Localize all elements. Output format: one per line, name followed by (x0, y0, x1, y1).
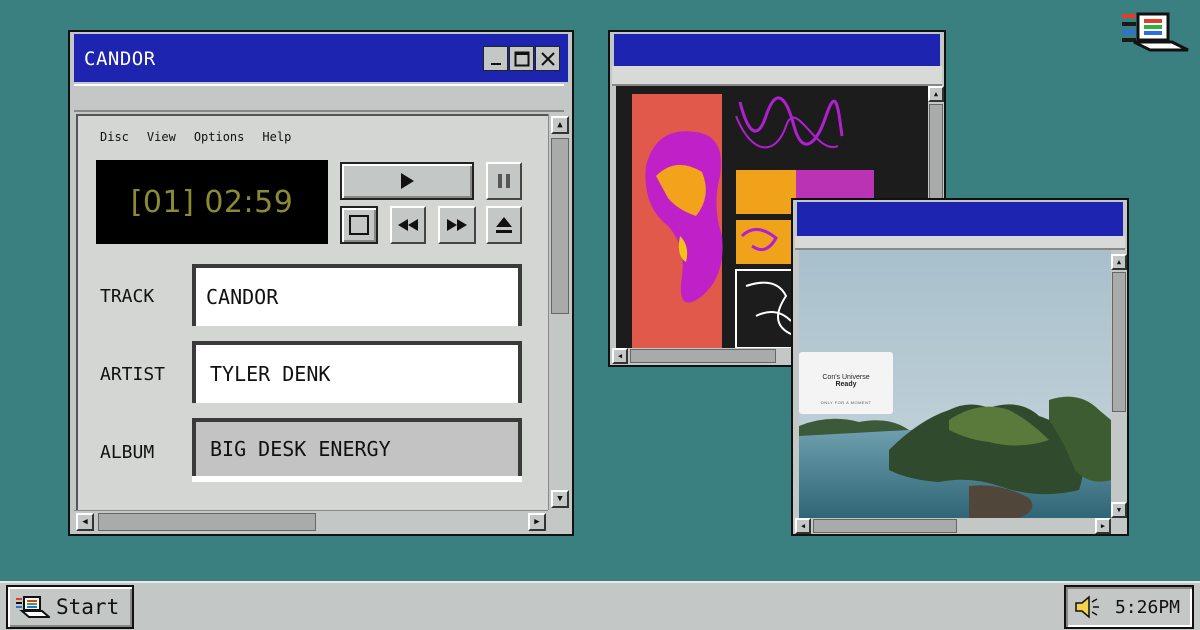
track-field[interactable]: CANDOR (192, 264, 522, 326)
menu-view[interactable]: View (147, 130, 176, 144)
menu-help[interactable]: Help (262, 130, 291, 144)
pause-button[interactable] (486, 162, 522, 200)
eject-icon (496, 217, 512, 233)
scroll-down-button[interactable]: ▼ (551, 490, 569, 508)
media-player-window: CANDOR Disc View Options Help [01] 02:59 (68, 30, 574, 536)
play-icon (401, 173, 414, 189)
eject-button[interactable] (486, 206, 522, 244)
speaker-icon[interactable] (1073, 594, 1101, 620)
photo-scroll-right-button[interactable]: ▶ (1095, 518, 1111, 534)
artist-field[interactable]: TYLER DENK (192, 341, 522, 403)
rewind-icon (398, 219, 418, 231)
toolbar-strip (74, 84, 564, 112)
art-scroll-up-button[interactable]: ▲ (928, 86, 944, 102)
stop-icon (349, 215, 369, 235)
art-toolbar-strip (612, 66, 942, 86)
maximize-button[interactable] (509, 46, 534, 71)
photo-toolbar-strip (795, 236, 1125, 250)
scroll-left-button[interactable]: ◀ (76, 513, 94, 531)
scroll-right-button[interactable]: ▶ (528, 513, 546, 531)
taskbar: Start 5:26PM (0, 581, 1200, 630)
card-title: Con's Universe (822, 374, 870, 381)
close-icon (540, 51, 555, 66)
system-tray: 5:26PM (1064, 585, 1194, 629)
fast-forward-button[interactable] (438, 206, 476, 244)
photo-title-bar[interactable] (797, 202, 1123, 236)
start-label: Start (56, 595, 120, 619)
play-button[interactable] (340, 162, 474, 200)
scroll-up-button[interactable]: ▲ (551, 116, 569, 134)
album-field-edge (192, 476, 522, 482)
info-card: Con's Universe Ready ONLY FOR A MOMENT (799, 352, 893, 414)
close-button[interactable] (535, 46, 560, 71)
fast-forward-icon (447, 219, 467, 231)
landscape-photo: Con's Universe Ready ONLY FOR A MOMENT (799, 250, 1111, 518)
rewind-button[interactable] (390, 206, 426, 244)
photo-scroll-left-button[interactable]: ◀ (795, 518, 811, 534)
album-field[interactable]: BIG DESK ENERGY (192, 418, 522, 476)
art-vertical-scroll-thumb[interactable] (929, 104, 943, 204)
title-bar[interactable]: CANDOR (74, 34, 568, 82)
art-horizontal-scroll-thumb[interactable] (630, 349, 776, 363)
start-button[interactable]: Start (6, 585, 134, 629)
vertical-scrollbar[interactable]: ▲ ▼ (548, 114, 570, 510)
maximize-icon (514, 51, 529, 66)
pause-icon (498, 174, 510, 188)
time-display: [01] 02:59 (96, 160, 328, 244)
horizontal-scrollbar[interactable]: ◀ ▶ (74, 510, 548, 532)
track-label: TRACK (100, 286, 155, 307)
card-subtitle: Ready (835, 381, 857, 388)
photo-window: Con's Universe Ready ONLY FOR A MOMENT ▲… (791, 198, 1129, 536)
card-note: ONLY FOR A MOMENT (820, 400, 872, 405)
player-panel: Disc View Options Help [01] 02:59 TRACK … (76, 114, 548, 510)
photo-horizontal-scroll-thumb[interactable] (813, 519, 957, 533)
vertical-scroll-thumb[interactable] (551, 138, 569, 314)
window-title: CANDOR (84, 48, 156, 70)
horizontal-scroll-thumb[interactable] (98, 513, 316, 531)
menu-disc[interactable]: Disc (100, 130, 129, 144)
art-title-bar[interactable] (614, 34, 940, 66)
stop-button[interactable] (340, 206, 378, 244)
photo-vertical-scroll-thumb[interactable] (1112, 272, 1126, 412)
photo-horizontal-scrollbar[interactable]: ◀ ▶ (795, 518, 1111, 534)
computer-logo-icon[interactable] (1120, 12, 1192, 52)
minimize-icon (490, 62, 501, 65)
minimize-button[interactable] (483, 46, 508, 71)
computer-icon (16, 596, 50, 618)
photo-scroll-up-button[interactable]: ▲ (1111, 254, 1127, 270)
photo-scroll-down-button[interactable]: ▼ (1111, 502, 1127, 518)
album-label: ALBUM (100, 442, 155, 463)
photo-vertical-scrollbar[interactable]: ▲ ▼ (1111, 254, 1127, 518)
art-scroll-left-button[interactable]: ◀ (612, 348, 628, 364)
clock[interactable]: 5:26PM (1115, 597, 1180, 618)
menu-bar: Disc View Options Help (100, 130, 291, 144)
artist-label: ARTIST (100, 364, 166, 385)
menu-options[interactable]: Options (194, 130, 245, 144)
